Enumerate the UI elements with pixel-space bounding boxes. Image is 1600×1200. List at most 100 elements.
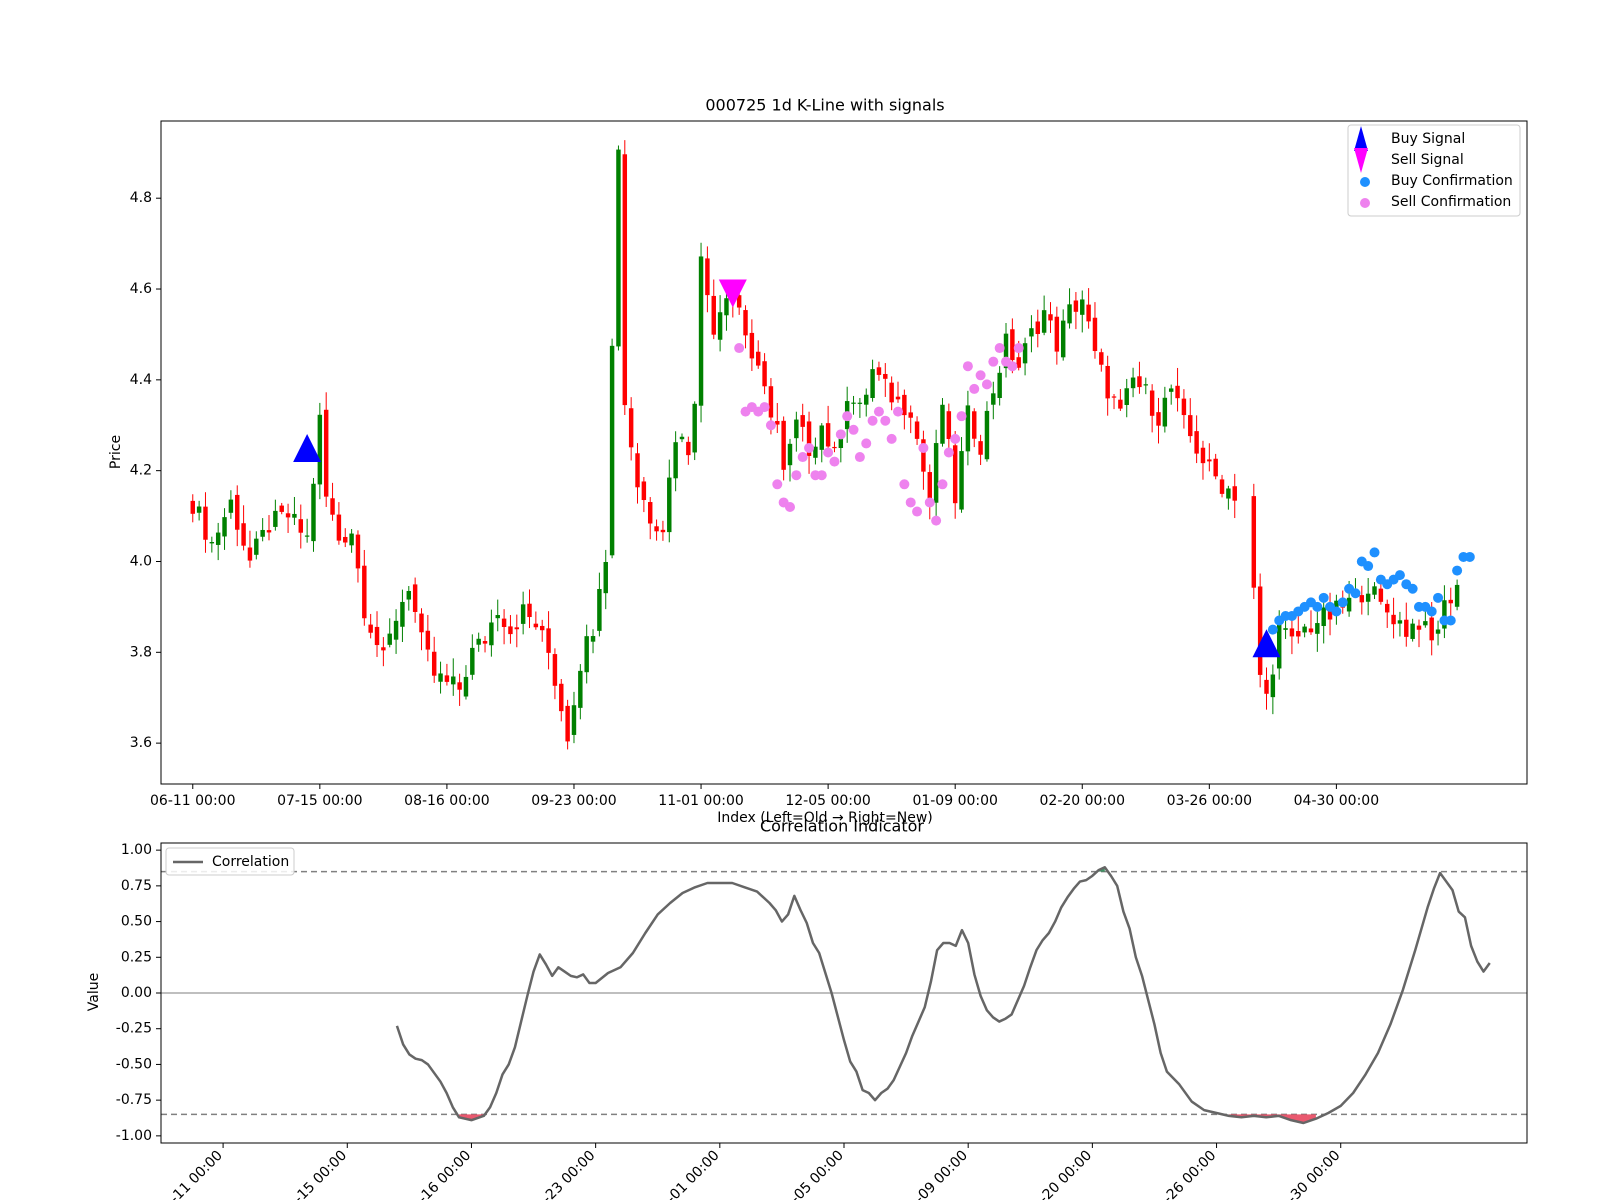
candle-body bbox=[317, 414, 323, 485]
candle-body bbox=[330, 498, 335, 515]
candle-body bbox=[1048, 314, 1053, 321]
candle-body bbox=[584, 636, 589, 673]
buy-confirmation-point bbox=[1312, 601, 1323, 612]
candle-body bbox=[1321, 607, 1326, 627]
candle-body bbox=[609, 345, 615, 556]
legend-sell-signal-label: Sell Signal bbox=[1391, 152, 1464, 168]
sell-confirmation-point bbox=[969, 383, 980, 394]
candle-body bbox=[190, 500, 195, 514]
candle-body bbox=[825, 423, 831, 447]
candle-body bbox=[952, 445, 958, 504]
sell-confirmation-point bbox=[759, 402, 770, 413]
candle-body bbox=[864, 394, 869, 405]
candle-body bbox=[412, 584, 418, 612]
candle-body bbox=[965, 405, 971, 452]
candle-body bbox=[692, 403, 697, 453]
x-tick-label: 07-15 00:00 bbox=[277, 793, 362, 809]
candle-body bbox=[476, 638, 481, 645]
candle-body bbox=[1035, 321, 1041, 335]
figure: 000725 1d K-Line with signals 3.6 3.8 4.0 4… bbox=[0, 0, 1600, 1200]
candle-body bbox=[972, 411, 977, 439]
candle-body bbox=[940, 404, 945, 444]
x-tick-label: 08-16 00:00 bbox=[404, 793, 489, 809]
sell-confirmation-point bbox=[861, 438, 872, 449]
candle-body bbox=[1416, 625, 1422, 630]
sell-confirmation-point bbox=[943, 447, 954, 458]
candle-body bbox=[578, 670, 583, 708]
candle-body bbox=[489, 622, 494, 646]
candle-body bbox=[914, 421, 920, 439]
candle-body bbox=[1143, 384, 1149, 386]
candle-body bbox=[1296, 631, 1301, 637]
buy-confirmation-point bbox=[1337, 597, 1348, 608]
candle-body bbox=[1308, 628, 1314, 633]
legend-sell-confirmation-marker bbox=[1360, 198, 1370, 208]
sell-confirmation-point bbox=[854, 452, 865, 463]
sell-confirmation-point bbox=[893, 406, 904, 417]
candle-body bbox=[768, 386, 774, 418]
candle-body bbox=[565, 705, 570, 742]
legend-correlation-label: Correlation bbox=[212, 854, 289, 870]
candle-body bbox=[343, 536, 348, 543]
candle-body bbox=[1410, 623, 1415, 639]
candle-body bbox=[895, 396, 901, 400]
candle-body bbox=[1041, 310, 1047, 333]
sell-confirmation-point bbox=[772, 479, 783, 490]
candle-body bbox=[717, 312, 723, 340]
candle-body bbox=[698, 256, 704, 406]
candle-body bbox=[508, 626, 513, 635]
candle-body bbox=[832, 446, 837, 449]
legend-buy-signal-label: Buy Signal bbox=[1391, 131, 1465, 147]
candle-body bbox=[660, 529, 666, 533]
candle-body bbox=[1270, 674, 1276, 698]
candle-body bbox=[628, 408, 634, 448]
y-tick-label: -1.00 bbox=[116, 1128, 152, 1144]
candle-body bbox=[857, 402, 863, 404]
candle-body bbox=[667, 477, 672, 533]
buy-confirmation-point bbox=[1433, 592, 1444, 603]
candle-body bbox=[819, 425, 824, 450]
legend-buy-confirmation-marker bbox=[1360, 177, 1370, 187]
candle-body bbox=[539, 625, 545, 631]
sell-confirmation-point bbox=[867, 415, 878, 426]
candle-body bbox=[908, 412, 913, 418]
sell-confirmation-point bbox=[994, 343, 1005, 354]
buy-confirmation-point bbox=[1363, 561, 1374, 572]
candle-body bbox=[559, 683, 564, 712]
candle-body bbox=[597, 589, 602, 631]
sell-confirmation-point bbox=[950, 433, 961, 444]
y-tick-label: 4.8 bbox=[130, 190, 152, 206]
candle-body bbox=[273, 510, 278, 527]
y-tick-label: 4.0 bbox=[130, 553, 152, 569]
x-tick-label: 04-30 00:00 bbox=[1294, 793, 1379, 809]
buy-confirmation-point bbox=[1452, 565, 1463, 576]
candle-body bbox=[520, 604, 526, 624]
candle-body bbox=[1149, 390, 1155, 416]
candle-body bbox=[870, 369, 875, 399]
sell-confirmation-point bbox=[880, 415, 891, 426]
corr-ylabel: Value bbox=[86, 973, 102, 1011]
y-tick-label: 4.6 bbox=[130, 281, 152, 297]
candle-body bbox=[1359, 595, 1365, 603]
y-tick-label: 4.2 bbox=[130, 463, 152, 479]
candle-body bbox=[533, 623, 539, 628]
y-tick-label: 4.4 bbox=[130, 372, 152, 388]
sell-confirmation-point bbox=[1013, 343, 1024, 354]
sell-confirmation-point bbox=[835, 429, 846, 440]
candle-body bbox=[400, 601, 405, 627]
buy-confirmation-point bbox=[1350, 588, 1361, 599]
candle-body bbox=[781, 420, 786, 470]
sell-confirmation-point bbox=[937, 479, 948, 490]
sell-confirmation-point bbox=[912, 506, 923, 517]
sell-confirmation-point bbox=[899, 479, 910, 490]
candle-body bbox=[457, 682, 462, 690]
y-tick-label: 1.00 bbox=[121, 842, 152, 858]
candle-body bbox=[756, 351, 761, 366]
candle-body bbox=[1086, 304, 1091, 322]
candle-body bbox=[1404, 619, 1409, 637]
candle-body bbox=[444, 675, 450, 682]
sell-confirmation-point bbox=[829, 456, 840, 467]
candle-body bbox=[1232, 486, 1237, 501]
candle-body bbox=[1365, 593, 1371, 602]
candle-body bbox=[1099, 352, 1104, 365]
